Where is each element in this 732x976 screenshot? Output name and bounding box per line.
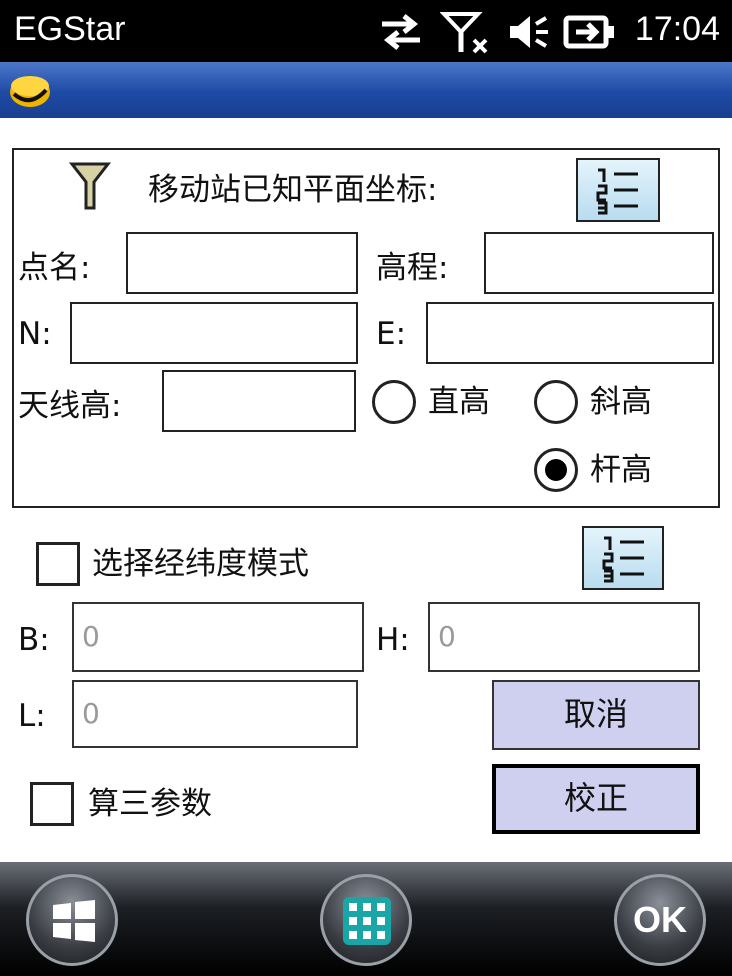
sync-arrows-icon[interactable]: [376, 10, 426, 54]
numbered-list-icon: [602, 536, 644, 583]
volume-muted-icon[interactable]: [506, 10, 550, 54]
cancel-button[interactable]: 取消: [492, 680, 700, 750]
elevation-input[interactable]: [484, 232, 714, 294]
l-input[interactable]: 0: [72, 680, 358, 748]
signal-off-icon[interactable]: [440, 10, 490, 54]
elevation-label: 高程:: [376, 250, 449, 286]
b-label: B:: [18, 622, 50, 658]
windows-start-icon: [53, 900, 95, 942]
bottom-bar: OK: [0, 862, 732, 976]
app-title: EGStar: [14, 10, 126, 48]
radio-vertical-label: 直高: [428, 384, 490, 420]
b-input[interactable]: 0: [72, 602, 364, 672]
radio-pole-height[interactable]: [534, 448, 578, 492]
point-name-input[interactable]: [126, 232, 358, 294]
e-input[interactable]: [426, 302, 714, 364]
n-input[interactable]: [70, 302, 358, 364]
form-content: 移动站已知平面坐标: 点名: 高程: N: E: 天线高: 直高 斜高 杆高 选…: [0, 118, 732, 862]
latlon-mode-checkbox[interactable]: [36, 542, 80, 586]
ok-button[interactable]: OK: [614, 874, 706, 966]
coordinate-list-button[interactable]: [576, 158, 660, 222]
clock: 17:04: [634, 10, 720, 48]
radio-slant-height[interactable]: [534, 380, 578, 424]
status-bar: EGStar 17:04: [0, 0, 732, 62]
battery-charging-icon[interactable]: [562, 10, 618, 54]
latlon-mode-label: 选择经纬度模式: [92, 546, 309, 582]
h-label: H:: [376, 622, 410, 658]
h-input[interactable]: 0: [428, 602, 700, 672]
three-param-label: 算三参数: [88, 786, 212, 822]
correct-button[interactable]: 校正: [492, 764, 700, 834]
antenna-height-label: 天线高:: [18, 388, 122, 424]
l-label: L:: [18, 698, 46, 734]
antenna-height-input[interactable]: [162, 370, 356, 432]
radio-vertical-height[interactable]: [372, 380, 416, 424]
three-param-checkbox[interactable]: [30, 782, 74, 826]
n-label: N:: [18, 316, 52, 352]
point-name-label: 点名:: [18, 250, 91, 286]
keyboard-button[interactable]: [320, 874, 412, 966]
ok-label: OK: [633, 899, 687, 940]
radio-pole-label: 杆高: [590, 452, 652, 488]
keyboard-grid-icon: [343, 897, 391, 945]
numbered-list-icon: [596, 168, 638, 215]
group-title: 移动站已知平面坐标:: [148, 172, 438, 208]
known-coordinates-group: 移动站已知平面坐标: 点名: 高程: N: E: 天线高: 直高 斜高 杆高: [12, 148, 720, 508]
radio-slant-label: 斜高: [590, 384, 652, 420]
app-logo-icon[interactable]: [8, 70, 52, 110]
e-label: E:: [376, 316, 407, 352]
filter-icon[interactable]: [68, 158, 112, 214]
latlon-list-button[interactable]: [582, 526, 664, 590]
radio-selected-dot: [545, 459, 567, 481]
start-button[interactable]: [26, 874, 118, 966]
title-strip: [0, 62, 732, 118]
